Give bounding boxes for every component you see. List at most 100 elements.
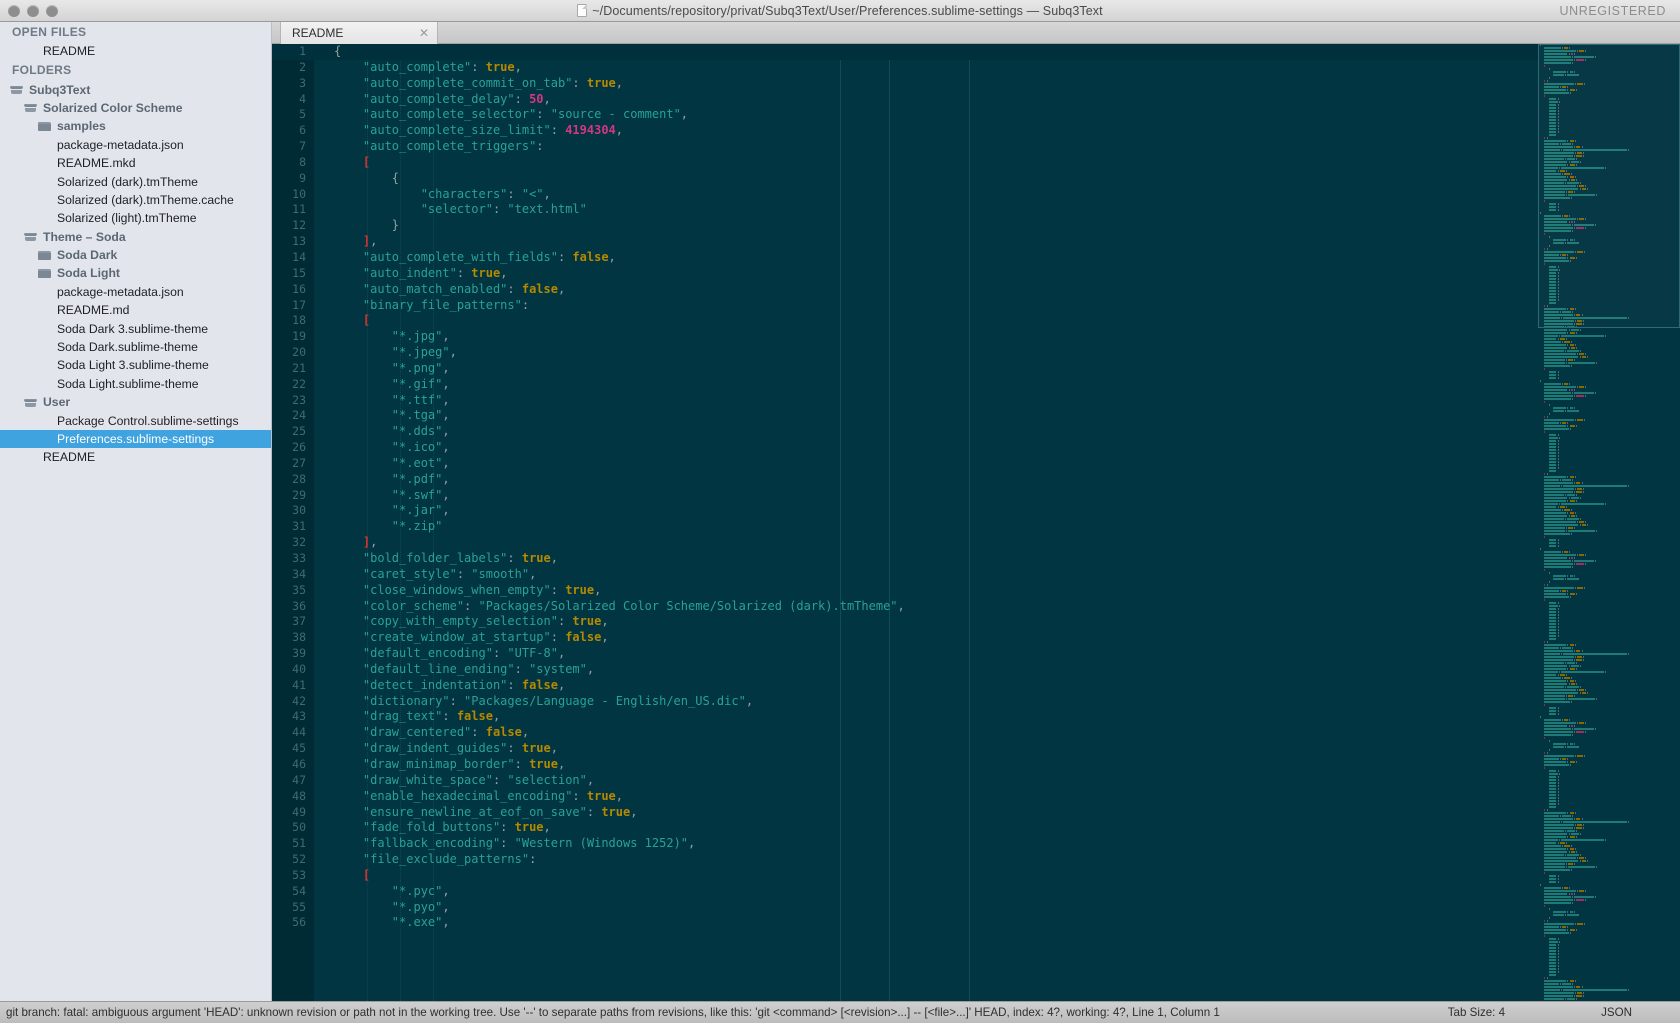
tree-item[interactable]: package-metadata.json [0,283,271,301]
code-line[interactable]: 40 "default_line_ending": "system", [272,662,1680,678]
sidebar[interactable]: OPEN FILES README FOLDERS Subq3Text Solar… [0,22,272,1001]
code-line[interactable]: 16 "auto_match_enabled": false, [272,282,1680,298]
code-line[interactable]: 35 "close_windows_when_empty": true, [272,583,1680,599]
window-title: ~/Documents/repository/privat/Subq3Text/… [0,4,1680,18]
tree-item[interactable]: Preferences.sublime-settings [0,429,271,449]
tree-item[interactable]: Solarized (dark).tmTheme [0,172,271,190]
tree-item[interactable]: User [0,393,271,411]
tree-item[interactable]: Soda Light 3.sublime-theme [0,356,271,374]
code-editor[interactable]: 1{2 "auto_complete": true, 3 "auto_comple… [272,44,1680,1001]
tree-item[interactable]: Soda Dark [0,246,271,264]
code-line[interactable]: 9 { [272,171,1680,187]
tree-item[interactable]: Theme – Soda [0,228,271,246]
tree-item[interactable]: Soda Dark 3.sublime-theme [0,319,271,337]
tab-bar[interactable]: README ✕ [272,22,1680,44]
code-line[interactable]: 28 "*.pdf", [272,472,1680,488]
tree-item[interactable]: README.mkd [0,154,271,172]
file-icon [38,359,51,372]
syntax-indicator[interactable]: JSON [1601,1006,1680,1019]
code-line[interactable]: 30 "*.jar", [272,503,1680,519]
tree-item[interactable]: Soda Light.sublime-theme [0,375,271,393]
close-icon[interactable]: ✕ [419,26,429,40]
line-number: 46 [292,756,306,771]
tree-item[interactable]: README [0,448,271,466]
code-line[interactable]: 46 "draw_minimap_border": true, [272,757,1680,773]
code-line[interactable]: 26 "*.ico", [272,440,1680,456]
code-line[interactable]: 36 "color_scheme": "Packages/Solarized C… [272,599,1680,615]
open-files-list[interactable]: README [0,42,271,60]
code-line[interactable]: 49 "ensure_newline_at_eof_on_save": true… [272,805,1680,821]
line-number: 40 [292,661,306,676]
code-line[interactable]: 7 "auto_complete_triggers": [272,139,1680,155]
tree-item[interactable]: README.md [0,301,271,319]
code-line[interactable]: 5 "auto_complete_selector": "source - co… [272,107,1680,123]
tree-item-label: User [43,395,71,410]
code-line[interactable]: 22 "*.gif", [272,377,1680,393]
code-line[interactable]: 33 "bold_folder_labels": true, [272,551,1680,567]
line-content: "copy_with_empty_selection": true, [334,614,609,629]
code-line[interactable]: 8 [ [272,155,1680,171]
code-line[interactable]: 53 [ [272,868,1680,884]
tree-item[interactable]: Solarized (dark).tmTheme.cache [0,191,271,209]
code-line[interactable]: 23 "*.ttf", [272,393,1680,409]
code-line[interactable]: 56 "*.exe", [272,915,1680,931]
code-line[interactable]: 38 "create_window_at_startup": false, [272,630,1680,646]
code-line[interactable]: 6 "auto_complete_size_limit": 4194304, [272,123,1680,139]
code-line[interactable]: 14 "auto_complete_with_fields": false, [272,250,1680,266]
code-line[interactable]: 11 "selector": "text.html" [272,202,1680,218]
code-line[interactable]: 15 "auto_indent": true, [272,266,1680,282]
tree-item[interactable]: Solarized Color Scheme [0,99,271,117]
line-number: 5 [299,107,306,122]
code-line[interactable]: 17 "binary_file_patterns": [272,298,1680,314]
code-line[interactable]: 55 "*.pyo", [272,900,1680,916]
code-line[interactable]: 41 "detect_indentation": false, [272,678,1680,694]
code-line[interactable]: 42 "dictionary": "Packages/Language - En… [272,694,1680,710]
code-line[interactable]: 4 "auto_complete_delay": 50, [272,92,1680,108]
tree-item[interactable]: README [0,42,271,60]
tab-readme[interactable]: README ✕ [280,22,438,44]
code-line[interactable]: 31 "*.zip" [272,519,1680,535]
code-line[interactable]: 32 ], [272,535,1680,551]
code-line[interactable]: 50 "fade_fold_buttons": true, [272,820,1680,836]
code-line[interactable]: 51 "fallback_encoding": "Western (Window… [272,836,1680,852]
code-line[interactable]: 20 "*.jpeg", [272,345,1680,361]
tree-item[interactable]: package-metadata.json [0,136,271,154]
line-number: 8 [299,154,306,169]
code-line[interactable]: 25 "*.dds", [272,424,1680,440]
code-line[interactable]: 34 "caret_style": "smooth", [272,567,1680,583]
code-line[interactable]: 27 "*.eot", [272,456,1680,472]
code-line[interactable]: 10 "characters": "<", [272,187,1680,203]
tab-size-indicator[interactable]: Tab Size: 4 [1448,1006,1601,1019]
tree-item[interactable]: Soda Dark.sublime-theme [0,338,271,356]
tree-item[interactable]: Subq3Text [0,80,271,98]
code-lines[interactable]: 1{2 "auto_complete": true, 3 "auto_comple… [272,44,1680,1001]
code-line[interactable]: 12 } [272,218,1680,234]
code-line[interactable]: 47 "draw_white_space": "selection", [272,773,1680,789]
line-number: 4 [299,91,306,106]
code-line[interactable]: 43 "drag_text": false, [272,709,1680,725]
code-line[interactable]: 18 [ [272,313,1680,329]
tree-item-label: README.mkd [57,156,136,171]
code-line[interactable]: 19 "*.jpg", [272,329,1680,345]
tree-item[interactable]: samples [0,117,271,135]
code-line[interactable]: 44 "draw_centered": false, [272,725,1680,741]
code-line[interactable]: 3 "auto_complete_commit_on_tab": true, [272,76,1680,92]
code-line[interactable]: 2 "auto_complete": true, [272,60,1680,76]
code-line[interactable]: 37 "copy_with_empty_selection": true, [272,614,1680,630]
code-line[interactable]: 48 "enable_hexadecimal_encoding": true, [272,789,1680,805]
folder-tree[interactable]: Subq3Text Solarized Color Scheme samples pa… [0,80,271,466]
code-line[interactable]: 54 "*.pyc", [272,884,1680,900]
tree-item[interactable]: Soda Light [0,264,271,282]
code-line[interactable]: 24 "*.tga", [272,408,1680,424]
line-number: 15 [292,265,306,280]
code-line[interactable]: 39 "default_encoding": "UTF-8", [272,646,1680,662]
minimap[interactable] [1538,44,1680,1001]
code-line[interactable]: 29 "*.swf", [272,488,1680,504]
code-line[interactable]: 13 ], [272,234,1680,250]
code-line[interactable]: 1{ [272,44,1680,60]
code-line[interactable]: 52 "file_exclude_patterns": [272,852,1680,868]
code-line[interactable]: 21 "*.png", [272,361,1680,377]
tree-item[interactable]: Package Control.sublime-settings [0,411,271,429]
tree-item[interactable]: Solarized (light).tmTheme [0,209,271,227]
code-line[interactable]: 45 "draw_indent_guides": true, [272,741,1680,757]
